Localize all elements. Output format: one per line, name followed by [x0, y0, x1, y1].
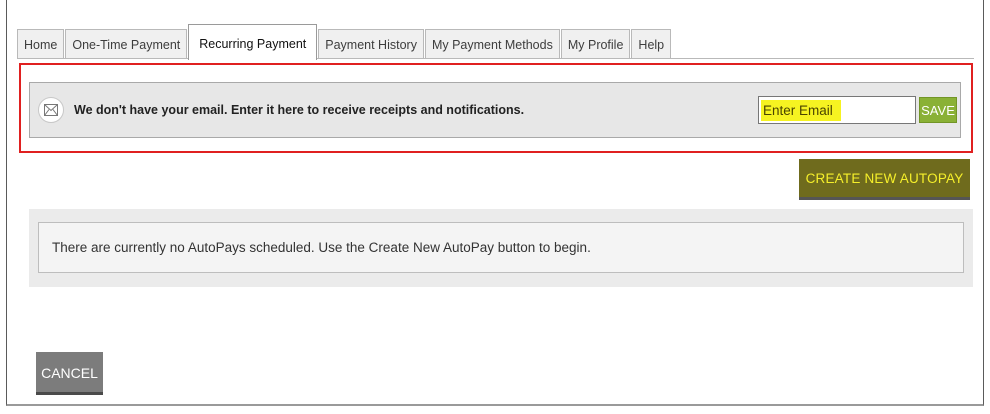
save-email-button[interactable]: SAVE [919, 97, 957, 123]
tab-help[interactable]: Help [631, 29, 672, 59]
email-notice-bar: We don't have your email. Enter it here … [29, 82, 961, 138]
tab-home[interactable]: Home [17, 29, 65, 59]
mail-icon [38, 97, 64, 123]
email-field[interactable] [758, 96, 916, 124]
create-new-autopay-button[interactable]: CREATE NEW AUTOPAY [799, 159, 970, 200]
email-notice-message: We don't have your email. Enter it here … [74, 103, 525, 117]
autopay-list-panel: There are currently no AutoPays schedule… [29, 209, 973, 287]
tab-divider [17, 58, 974, 59]
tab-my-payment-methods[interactable]: My Payment Methods [424, 29, 560, 59]
autopay-empty-state: There are currently no AutoPays schedule… [38, 222, 964, 273]
tab-recurring-payment[interactable]: Recurring Payment [188, 24, 318, 60]
tab-one-time-payment[interactable]: One-Time Payment [65, 29, 188, 59]
empty-autopay-message: There are currently no AutoPays schedule… [52, 240, 591, 255]
page-frame [6, 0, 984, 406]
cancel-button[interactable]: CANCEL [36, 352, 103, 395]
tab-payment-history[interactable]: Payment History [318, 29, 424, 59]
tab-my-profile[interactable]: My Profile [560, 29, 631, 59]
tab-bar: Home One-Time Payment Recurring Payment … [17, 23, 672, 60]
